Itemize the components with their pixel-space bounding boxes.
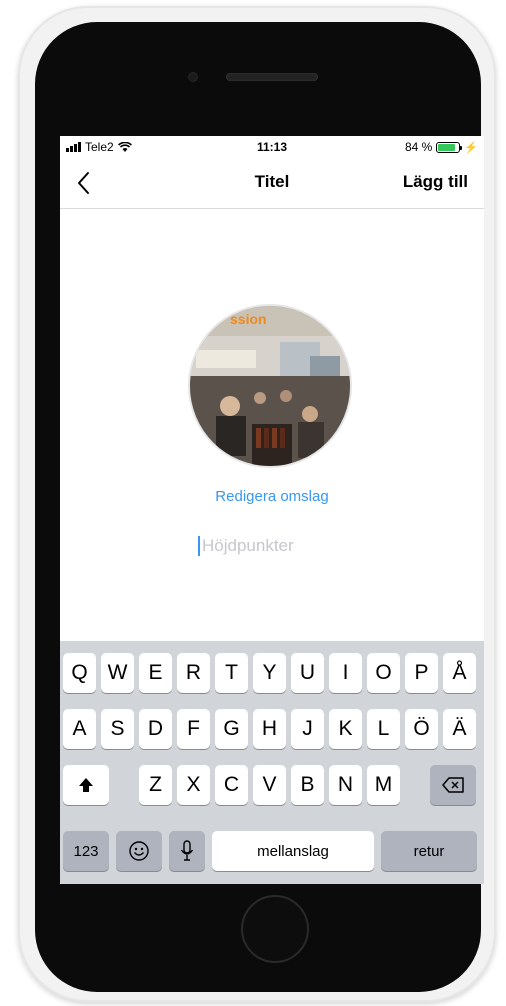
- key-b[interactable]: B: [291, 765, 324, 805]
- key-f[interactable]: F: [177, 709, 210, 749]
- key-n[interactable]: N: [329, 765, 362, 805]
- key-q[interactable]: Q: [63, 653, 96, 693]
- title-placeholder: Höjdpunkter: [202, 536, 294, 555]
- key-aring[interactable]: Å: [443, 653, 476, 693]
- key-a-umlaut[interactable]: Ä: [443, 709, 476, 749]
- key-p[interactable]: P: [405, 653, 438, 693]
- key-y[interactable]: Y: [253, 653, 286, 693]
- nav-bar: Titel Lägg till: [60, 158, 484, 209]
- key-u[interactable]: U: [291, 653, 324, 693]
- key-z[interactable]: Z: [139, 765, 172, 805]
- backspace-icon: [442, 777, 464, 793]
- svg-text:ssion: ssion: [230, 311, 267, 327]
- key-i[interactable]: I: [329, 653, 362, 693]
- delete-key[interactable]: [430, 765, 476, 805]
- cover-photo: ssion: [190, 306, 350, 466]
- key-c[interactable]: C: [215, 765, 248, 805]
- key-r[interactable]: R: [177, 653, 210, 693]
- dictation-key[interactable]: [169, 831, 205, 871]
- microphone-icon: [180, 840, 194, 861]
- screen: Tele2 11:13 84 % ⚡ Titel Lägg till ssion…: [60, 136, 484, 884]
- key-o[interactable]: O: [367, 653, 400, 693]
- emoji-icon: [129, 841, 149, 861]
- return-key[interactable]: retur: [381, 831, 477, 871]
- text-caret: [198, 536, 200, 556]
- key-t[interactable]: T: [215, 653, 248, 693]
- key-g[interactable]: G: [215, 709, 248, 749]
- battery-icon: [436, 141, 463, 153]
- space-key[interactable]: mellanslag: [212, 831, 374, 871]
- key-a[interactable]: A: [63, 709, 96, 749]
- key-w[interactable]: W: [101, 653, 134, 693]
- battery-level: [438, 143, 455, 151]
- cover-image[interactable]: ssion: [188, 304, 352, 468]
- key-o-umlaut[interactable]: Ö: [405, 709, 438, 749]
- charging-icon: ⚡: [464, 141, 478, 154]
- keyboard: Q W E R T Y U I O P Å A S D F G H J K L …: [60, 641, 484, 884]
- home-button[interactable]: [241, 895, 309, 963]
- battery-percent: 84 %: [404, 140, 433, 154]
- shift-key[interactable]: [63, 765, 109, 805]
- edit-cover-link[interactable]: Redigera omslag: [60, 488, 484, 505]
- key-m[interactable]: M: [367, 765, 400, 805]
- earpiece-speaker: [226, 73, 318, 81]
- highlight-title-input[interactable]: Höjdpunkter: [198, 534, 358, 558]
- add-button[interactable]: Lägg till: [403, 172, 468, 192]
- key-s[interactable]: S: [101, 709, 134, 749]
- key-e[interactable]: E: [139, 653, 172, 693]
- key-h[interactable]: H: [253, 709, 286, 749]
- shift-arrow-icon: [79, 778, 93, 792]
- key-l[interactable]: L: [367, 709, 400, 749]
- status-bar: Tele2 11:13 84 % ⚡: [60, 136, 484, 158]
- key-j[interactable]: J: [291, 709, 324, 749]
- emoji-key[interactable]: [116, 831, 162, 871]
- key-v[interactable]: V: [253, 765, 286, 805]
- key-d[interactable]: D: [139, 709, 172, 749]
- front-camera: [188, 72, 198, 82]
- key-x[interactable]: X: [177, 765, 210, 805]
- key-k[interactable]: K: [329, 709, 362, 749]
- numbers-key[interactable]: 123: [63, 831, 109, 871]
